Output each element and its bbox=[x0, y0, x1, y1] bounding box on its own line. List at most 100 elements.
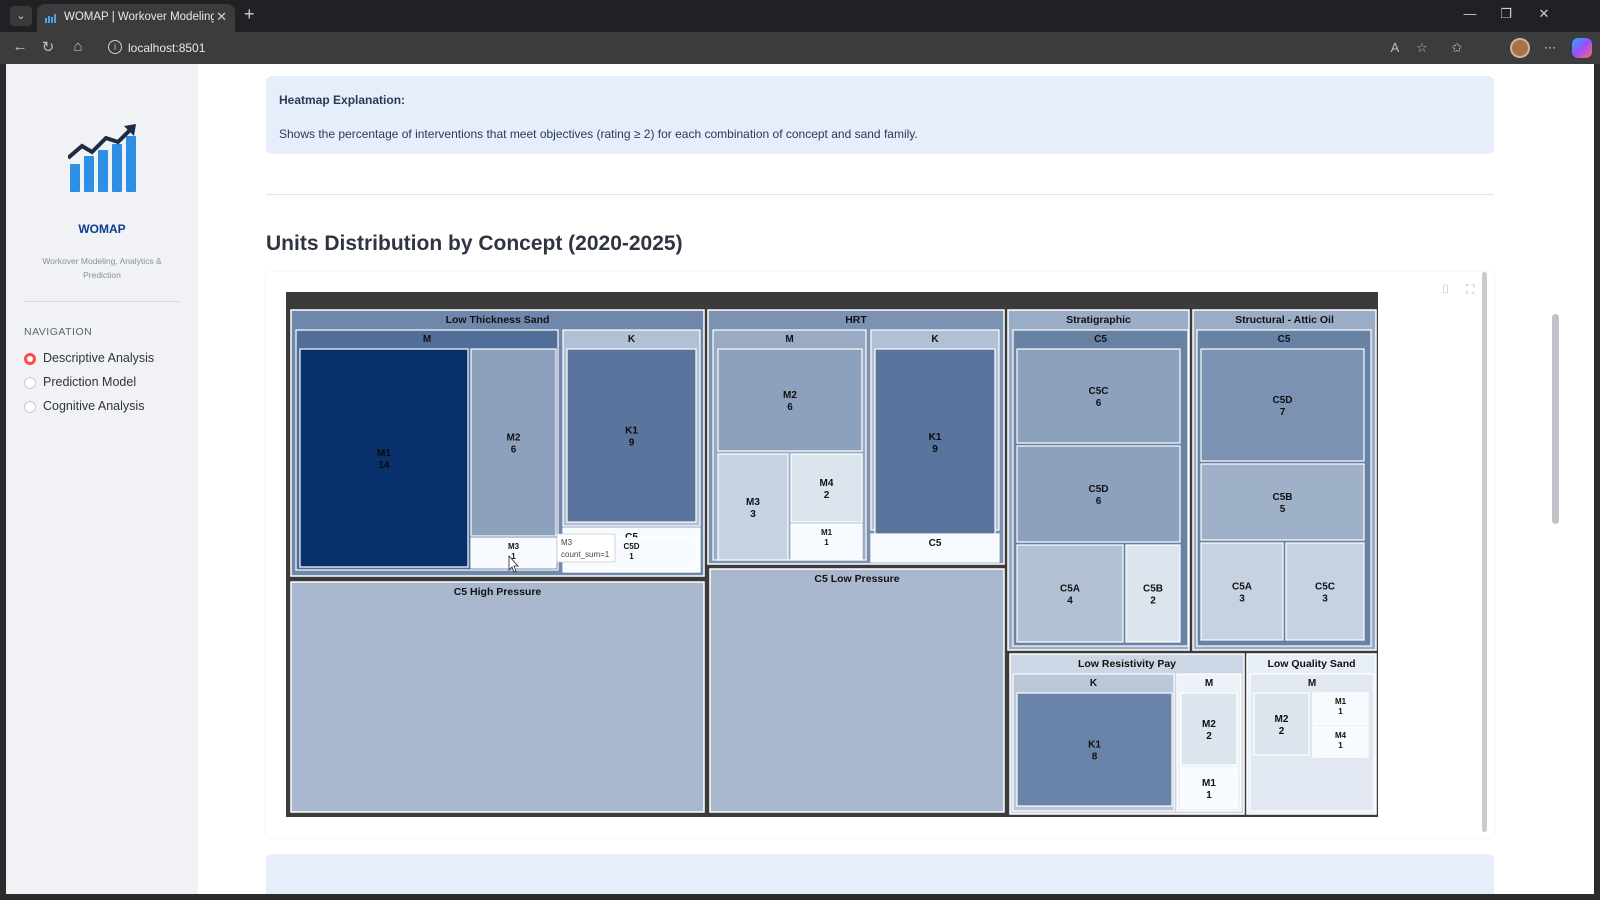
treemap-leaf-value: 5 bbox=[1280, 504, 1286, 515]
treemap-leaf-value: 3 bbox=[750, 509, 756, 520]
treemap-leaf-value: 1 bbox=[1338, 741, 1343, 750]
treemap-leaf-label: C5C bbox=[1315, 582, 1335, 593]
treemap-leaf-label: C5A bbox=[1060, 584, 1080, 595]
treemap-label-stratigraphic: Stratigraphic bbox=[1066, 314, 1131, 326]
treemap-leaf-label: M4 bbox=[820, 478, 834, 489]
treemap-leaf-label: M1 bbox=[1335, 697, 1347, 706]
treemap-leaf-value: 2 bbox=[1279, 726, 1285, 737]
treemap-leaf-value: 7 bbox=[1280, 407, 1286, 418]
tab-title: WOMAP | Workover Modeling, A bbox=[64, 11, 214, 23]
fullscreen-icon[interactable]: ⛶ bbox=[1466, 282, 1474, 297]
treemap-leaf-label: C5B bbox=[1272, 492, 1292, 503]
close-tab-icon[interactable]: ✕ bbox=[216, 9, 227, 25]
page-scrollbar[interactable] bbox=[1552, 314, 1559, 524]
treemap-leaf-value: 2 bbox=[1150, 596, 1156, 607]
treemap-leaf-value: 6 bbox=[1096, 398, 1102, 409]
treemap-leaf-label: C5D bbox=[1088, 484, 1108, 495]
treemap-leaf-value: 8 bbox=[1092, 752, 1098, 763]
analytics-logo-icon bbox=[68, 124, 136, 192]
treemap-leaf-value: 6 bbox=[1096, 496, 1102, 507]
treemap-leaf-value: 3 bbox=[1322, 594, 1328, 605]
treemap-leaf-value: 2 bbox=[1206, 731, 1212, 742]
tab-list-chevron-icon[interactable]: ⌄ bbox=[10, 6, 32, 26]
section-title: Units Distribution by Concept (2020-2025… bbox=[266, 232, 683, 255]
treemap-leaf-label: M2 bbox=[1275, 714, 1289, 725]
back-icon[interactable]: ← bbox=[10, 38, 30, 55]
heatmap-explanation-box: Heatmap Explanation: Shows the percentag… bbox=[266, 76, 1494, 154]
treemap-label-low-resistivity-pay: Low Resistivity Pay bbox=[1078, 658, 1176, 670]
navigation-heading: NAVIGATION bbox=[24, 326, 93, 338]
treemap-leaf-label: M1 bbox=[1202, 778, 1216, 789]
treemap-label-c5: C5 bbox=[1094, 334, 1107, 345]
treemap-leaf-label: M2 bbox=[1202, 719, 1216, 730]
treemap-label-m: M bbox=[423, 334, 431, 345]
url-field[interactable]: i localhost:8501 bbox=[100, 36, 1380, 60]
treemap-leaf-value: 3 bbox=[1239, 594, 1245, 605]
treemap-leaf-value: 2 bbox=[824, 490, 830, 501]
treemap-leaf-label: M1 bbox=[821, 528, 833, 537]
treemap-leaf-label: K1 bbox=[625, 426, 638, 437]
treemap-leaf-label: M3 bbox=[508, 542, 520, 551]
info-text: Shows the percentage of interventions th… bbox=[279, 127, 918, 141]
radio-selected-icon[interactable] bbox=[24, 353, 36, 365]
treemap-label-c5: C5 bbox=[929, 538, 942, 549]
treemap-chart[interactable]: Low Thickness SandMM114M26M31KK19C5C5D1H… bbox=[286, 292, 1386, 822]
main-content: Heatmap Explanation: Shows the percentag… bbox=[198, 64, 1594, 894]
treemap-leaf-label: C5D bbox=[623, 542, 639, 551]
treemap-label-k: K bbox=[931, 334, 939, 345]
address-bar: ← ↻ ⌂ i localhost:8501 A ☆ ✩ ⋯ bbox=[0, 32, 1600, 64]
streamlit-app: WOMAP Workover Modeling, Analytics & Pre… bbox=[6, 64, 1594, 894]
favorites-icon[interactable]: ✩ bbox=[1447, 40, 1467, 56]
camera-icon[interactable]: ⌷ bbox=[1442, 282, 1449, 297]
treemap-leaf-label: C5C bbox=[1088, 386, 1108, 397]
divider bbox=[266, 194, 1494, 195]
minimize-icon[interactable]: — bbox=[1458, 6, 1482, 21]
treemap-label-hrt: HRT bbox=[845, 314, 867, 326]
radio-icon[interactable] bbox=[24, 377, 36, 389]
treemap-leaf-value: 1 bbox=[1338, 707, 1343, 716]
tooltip-label: M3 bbox=[561, 538, 573, 547]
copilot-icon[interactable] bbox=[1572, 38, 1592, 58]
treemap-label-m: M bbox=[1205, 678, 1213, 689]
tooltip-value: count_sum=1 bbox=[561, 550, 610, 559]
site-info-icon[interactable]: i bbox=[108, 40, 122, 54]
treemap-label-c5-high-pressure: C5 High Pressure bbox=[454, 586, 542, 598]
treemap-leaf-label: K1 bbox=[1088, 740, 1101, 751]
treemap-leaf-label: K1 bbox=[929, 432, 942, 443]
home-icon[interactable]: ⌂ bbox=[68, 38, 88, 55]
url-text[interactable]: localhost:8501 bbox=[128, 41, 205, 55]
close-window-icon[interactable]: ✕ bbox=[1532, 6, 1556, 22]
radio-icon[interactable] bbox=[24, 401, 36, 413]
treemap-leaf-label: C5A bbox=[1232, 582, 1252, 593]
treemap-node-c5-low-pressure[interactable] bbox=[709, 568, 1005, 813]
sidebar-divider bbox=[24, 301, 180, 302]
description-box bbox=[266, 854, 1494, 894]
treemap-leaf-value: 14 bbox=[378, 460, 390, 471]
profile-avatar[interactable] bbox=[1510, 38, 1530, 58]
nav-option-label[interactable]: Cognitive Analysis bbox=[43, 399, 144, 413]
treemap-leaf-value: 9 bbox=[932, 444, 938, 455]
nav-option-label[interactable]: Prediction Model bbox=[43, 375, 136, 389]
app-tagline: Workover Modeling, Analytics & Predictio… bbox=[42, 256, 162, 280]
more-menu-icon[interactable]: ⋯ bbox=[1540, 40, 1560, 56]
browser-titlebar: ⌄ WOMAP | Workover Modeling, A ✕ + — ❐ ✕ bbox=[0, 0, 1600, 32]
info-title: Heatmap Explanation: bbox=[279, 93, 406, 107]
reload-icon[interactable]: ↻ bbox=[38, 38, 58, 56]
treemap-leaf-label: C5B bbox=[1143, 584, 1163, 595]
new-tab-icon[interactable]: + bbox=[244, 4, 255, 25]
card-scrollbar[interactable] bbox=[1482, 272, 1487, 832]
treemap-leaf-label: M2 bbox=[783, 390, 797, 401]
read-aloud-icon[interactable]: A bbox=[1385, 40, 1405, 55]
treemap-layer[interactable]: Low Thickness SandMM114M26M31KK19C5C5D1H… bbox=[286, 292, 1378, 817]
treemap-label-m: M bbox=[1308, 678, 1316, 689]
browser-tab[interactable]: WOMAP | Workover Modeling, A ✕ bbox=[37, 4, 235, 32]
treemap-leaf-value: 6 bbox=[787, 402, 793, 413]
restore-icon[interactable]: ❐ bbox=[1494, 6, 1518, 22]
treemap-node-c5-high-pressure[interactable] bbox=[290, 581, 705, 813]
treemap-leaf-value: 9 bbox=[629, 438, 635, 449]
favorite-star-icon[interactable]: ☆ bbox=[1412, 40, 1432, 56]
treemap-label-k: K bbox=[1090, 678, 1098, 689]
treemap-label-low-quality-sand: Low Quality Sand bbox=[1267, 658, 1355, 670]
nav-option-label[interactable]: Descriptive Analysis bbox=[43, 351, 154, 365]
treemap-leaf-value: 4 bbox=[1067, 596, 1073, 607]
